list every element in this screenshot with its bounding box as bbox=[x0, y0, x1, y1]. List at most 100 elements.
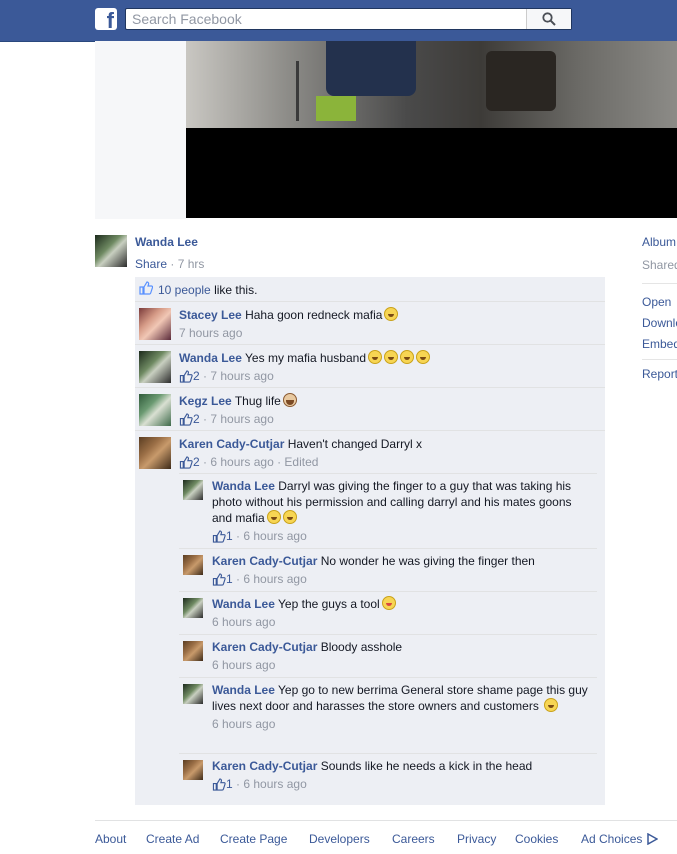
author-avatar[interactable] bbox=[95, 235, 127, 267]
replier-avatar[interactable] bbox=[183, 598, 203, 618]
laughing-emoji-icon bbox=[368, 350, 382, 364]
commenter-avatar[interactable] bbox=[139, 308, 171, 340]
footer-link-about[interactable]: About bbox=[95, 832, 126, 846]
search-icon bbox=[542, 12, 556, 26]
commenter-avatar[interactable] bbox=[139, 394, 171, 426]
reply-time[interactable]: 6 hours ago bbox=[243, 528, 306, 544]
edited-label[interactable]: Edited bbox=[284, 454, 318, 470]
reply-time[interactable]: 6 hours ago bbox=[212, 657, 275, 673]
footer-link-create-ad[interactable]: Create Ad bbox=[146, 832, 199, 846]
ad-choices-icon[interactable] bbox=[646, 833, 658, 845]
photo-image bbox=[186, 41, 677, 128]
likes-text: like this. bbox=[214, 283, 258, 297]
comment-likes[interactable]: 2 bbox=[179, 454, 200, 470]
reply-text: Bloody asshole bbox=[320, 640, 403, 654]
laughing-emoji-icon bbox=[266, 510, 281, 524]
reply-likes[interactable]: 1 bbox=[212, 528, 233, 544]
comment-text: Haha goon redneck mafia bbox=[245, 308, 383, 322]
footer-link-privacy[interactable]: Privacy bbox=[457, 832, 496, 846]
like-thumb-icon bbox=[212, 529, 226, 543]
like-thumb-icon bbox=[179, 412, 193, 426]
like-thumb-icon bbox=[212, 572, 226, 586]
replier-avatar[interactable] bbox=[183, 480, 203, 500]
search-button[interactable] bbox=[526, 9, 571, 29]
laughing-emoji-icon bbox=[544, 698, 559, 712]
commenter-avatar[interactable] bbox=[139, 437, 171, 469]
commenter-name[interactable]: Wanda Lee bbox=[179, 351, 242, 365]
comment-time[interactable]: 7 hours ago bbox=[179, 325, 242, 341]
photo-side-strip bbox=[95, 41, 186, 219]
comment: Stacey Lee Haha goon redneck mafia 7 hou… bbox=[135, 301, 605, 345]
post-meta: Share · 7 hrs bbox=[135, 257, 205, 271]
comment-likes[interactable]: 2 bbox=[179, 411, 200, 427]
reply: Wanda Lee Darryl was giving the finger t… bbox=[179, 473, 597, 548]
reply-time[interactable]: 6 hours ago bbox=[243, 776, 306, 792]
search-box bbox=[125, 8, 572, 30]
replier-avatar[interactable] bbox=[183, 641, 203, 661]
commenter-avatar[interactable] bbox=[139, 351, 171, 383]
like-thumb-icon bbox=[179, 455, 193, 469]
laughing-emoji-icon bbox=[384, 307, 399, 321]
replier-name[interactable]: Karen Cady-Cutjar bbox=[212, 640, 317, 654]
comments-section: 10 people like this. Stacey Lee Haha goo… bbox=[135, 277, 605, 805]
comment-text: Yes my mafia husband bbox=[245, 351, 366, 365]
footer-link-careers[interactable]: Careers bbox=[392, 832, 435, 846]
author-name[interactable]: Wanda Lee bbox=[135, 235, 198, 249]
reply-likes[interactable]: 1 bbox=[212, 776, 233, 792]
reply: Karen Cady-Cutjar No wonder he was givin… bbox=[179, 548, 597, 591]
footer-link-cookies[interactable]: Cookies bbox=[515, 832, 558, 846]
likes-summary: 10 people like this. bbox=[135, 277, 605, 302]
comment-likes[interactable]: 2 bbox=[179, 368, 200, 384]
search-input[interactable] bbox=[126, 9, 538, 29]
laughing-emoji-icon bbox=[282, 510, 297, 524]
replier-name[interactable]: Karen Cady-Cutjar bbox=[212, 554, 317, 568]
like-thumb-icon bbox=[179, 369, 193, 383]
share-link[interactable]: Share bbox=[135, 257, 167, 271]
comment-text: Thug life bbox=[234, 394, 281, 408]
footer-link-create-page[interactable]: Create Page bbox=[220, 832, 287, 846]
reply-text: Sounds like he needs a kick in the head bbox=[320, 759, 533, 773]
reply-time[interactable]: 6 hours ago bbox=[212, 614, 275, 630]
reply: Karen Cady-Cutjar Sounds like he needs a… bbox=[179, 753, 597, 800]
comment: Karen Cady-Cutjar Haven't changed Darryl… bbox=[135, 430, 605, 806]
commenter-name[interactable]: Kegz Lee bbox=[179, 394, 232, 408]
reply: Karen Cady-Cutjar Bloody asshole 6 hours… bbox=[179, 634, 597, 677]
laughing-emoji-icon bbox=[384, 350, 398, 364]
reply: Wanda Lee Yep the guys a tool 6 hours ag… bbox=[179, 591, 597, 634]
replier-name[interactable]: Wanda Lee bbox=[212, 479, 275, 493]
comment-time[interactable]: 6 hours ago bbox=[210, 454, 273, 470]
facebook-logo-icon[interactable]: f bbox=[95, 8, 117, 30]
reply-time[interactable]: 6 hours ago bbox=[243, 571, 306, 587]
like-thumb-icon bbox=[212, 777, 226, 791]
reply-text: Yep the guys a tool bbox=[278, 597, 380, 611]
replier-avatar[interactable] bbox=[183, 684, 203, 704]
footer-link-developers[interactable]: Developers bbox=[309, 832, 370, 846]
reply-time[interactable]: 6 hours ago bbox=[212, 716, 275, 732]
top-bar: f bbox=[0, 0, 677, 42]
replier-name[interactable]: Karen Cady-Cutjar bbox=[212, 759, 317, 773]
replier-avatar[interactable] bbox=[183, 760, 203, 780]
laughing-emoji-icon bbox=[416, 350, 430, 364]
comment-time[interactable]: 7 hours ago bbox=[210, 411, 273, 427]
like-thumb-icon bbox=[139, 281, 153, 295]
replier-name[interactable]: Wanda Lee bbox=[212, 597, 275, 611]
likes-count-link[interactable]: 10 people bbox=[158, 283, 211, 297]
bearded-face-emoji-icon bbox=[282, 393, 297, 407]
reply: Wanda Lee Yep go to new berrima General … bbox=[179, 677, 597, 754]
replier-name[interactable]: Wanda Lee bbox=[212, 683, 275, 697]
commenter-name[interactable]: Stacey Lee bbox=[179, 308, 242, 322]
replier-avatar[interactable] bbox=[183, 555, 203, 575]
comment: Kegz Lee Thug life 2 · 7 hours ago bbox=[135, 387, 605, 431]
footer: About Create Ad Create Page Developers C… bbox=[95, 820, 677, 854]
footer-link-ad-choices[interactable]: Ad Choices bbox=[581, 832, 642, 846]
laughing-emoji-icon bbox=[400, 350, 414, 364]
post-time[interactable]: 7 hrs bbox=[178, 257, 205, 271]
comment-text: Haven't changed Darryl x bbox=[287, 437, 423, 451]
reply-text: No wonder he was giving the finger then bbox=[320, 554, 535, 568]
commenter-name[interactable]: Karen Cady-Cutjar bbox=[179, 437, 284, 451]
tongue-out-emoji-icon bbox=[381, 596, 396, 610]
comment: Wanda Lee Yes my mafia husband 2 · 7 hou… bbox=[135, 344, 605, 388]
post-photo[interactable] bbox=[186, 41, 677, 218]
reply-likes[interactable]: 1 bbox=[212, 571, 233, 587]
comment-time[interactable]: 7 hours ago bbox=[210, 368, 273, 384]
